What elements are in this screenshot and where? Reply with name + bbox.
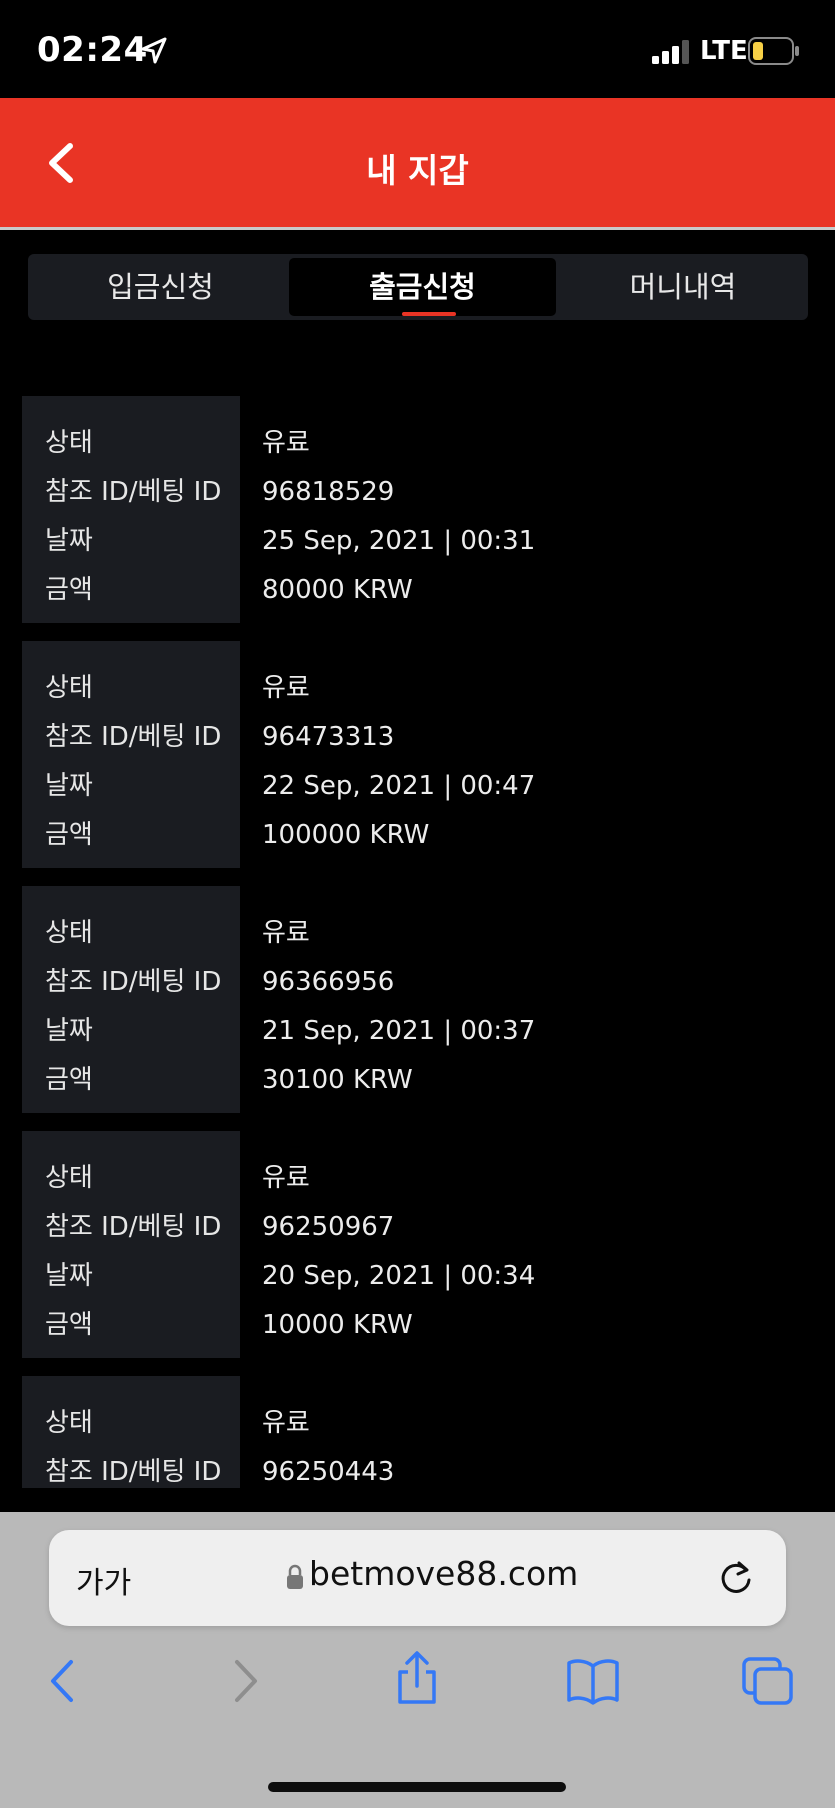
ref-id-value: 96818529 [262,477,395,507]
transaction-card: 상태 유료 참조 ID/베팅 ID 96818529 날짜 25 Sep, 2021 … [22,396,822,623]
ref-id-row: 참조 ID/베팅 ID 96366956 [22,962,822,1002]
reload-icon[interactable] [716,1558,756,1598]
date-label: 날짜 [45,771,93,801]
status-value: 유료 [262,673,310,703]
amount-row: 금액 10000 KRW [22,1305,822,1345]
status-value: 유료 [262,1408,310,1438]
date-value: 21 Sep, 2021 | 00:37 [262,1016,536,1046]
tab-money-history[interactable]: 머니내역 [558,258,808,316]
url-text[interactable]: betmove88.com [309,1554,578,1593]
location-arrow-icon [141,37,167,64]
amount-value: 30100 KRW [262,1065,413,1095]
date-value: 22 Sep, 2021 | 00:47 [262,771,536,801]
share-icon[interactable] [392,1650,442,1706]
date-label: 날짜 [45,1016,93,1046]
date-row: 날짜 22 Sep, 2021 | 00:47 [22,766,822,806]
battery-icon [748,37,799,65]
amount-row: 금액 30100 KRW [22,1060,822,1100]
network-type: LTE [700,36,748,66]
forward-arrow-icon[interactable] [219,1656,269,1706]
status-label: 상태 [45,673,93,703]
ref-id-value: 96473313 [262,722,395,752]
date-value: 20 Sep, 2021 | 00:34 [262,1261,536,1291]
status-bar: 02:24 LTE [0,0,835,98]
address-bar[interactable]: 가가 betmove88.com [49,1530,786,1626]
amount-label: 금액 [45,820,93,850]
status-label: 상태 [45,428,93,458]
status-value: 유료 [262,428,310,458]
date-row: 날짜 21 Sep, 2021 | 00:37 [22,1011,822,1051]
ref-id-label: 참조 ID/베팅 ID [45,1457,222,1487]
amount-value: 10000 KRW [262,1310,413,1340]
ref-id-row: 참조 ID/베팅 ID 96473313 [22,717,822,757]
amount-row: 금액 80000 KRW [22,570,822,610]
transaction-list[interactable]: 상태 유료 참조 ID/베팅 ID 96818529 날짜 25 Sep, 2021 … [22,396,822,1488]
status-row: 상태 유료 [22,423,822,463]
ref-id-value: 96250967 [262,1212,395,1242]
ref-id-label: 참조 ID/베팅 ID [45,477,222,507]
browser-toolbar: 가가 betmove88.com [0,1512,835,1808]
ref-id-label: 참조 ID/베팅 ID [45,1212,222,1242]
amount-row: 금액 100000 KRW [22,815,822,855]
status-value: 유료 [262,918,310,948]
tab-withdraw-label: 출금신청 [369,270,476,304]
ref-id-label: 참조 ID/베팅 ID [45,722,222,752]
ref-id-row: 참조 ID/베팅 ID 96818529 [22,472,822,512]
status-label: 상태 [45,1163,93,1193]
date-row: 날짜 20 Sep, 2021 | 00:34 [22,1256,822,1296]
active-tab-indicator [402,312,456,316]
status-row: 상태 유료 [22,1158,822,1198]
transaction-card: 상태 유료 참조 ID/베팅 ID 96366956 날짜 21 Sep, 2021 … [22,886,822,1113]
status-time: 02:24 [37,30,148,70]
page-header: 내 지갑 [0,98,835,230]
date-label: 날짜 [45,1261,93,1291]
transaction-card: 상태 유료 참조 ID/베팅 ID 96473313 날짜 22 Sep, 2021 … [22,641,822,868]
status-row: 상태 유료 [22,668,822,708]
text-size-button[interactable]: 가가 [76,1558,131,1602]
date-value: 25 Sep, 2021 | 00:31 [262,526,536,556]
wallet-tabs: 입금신청 출금신청 머니내역 [28,254,808,320]
bookmarks-icon[interactable] [565,1656,621,1706]
back-arrow-icon[interactable] [39,1656,89,1706]
amount-value: 80000 KRW [262,575,413,605]
page-title: 내 지갑 [366,151,469,190]
home-indicator [268,1782,566,1792]
ref-id-value: 96366956 [262,967,395,997]
tabs-icon[interactable] [741,1656,795,1706]
amount-label: 금액 [45,1310,93,1340]
status-row: 상태 유료 [22,913,822,953]
ref-id-row: 참조 ID/베팅 ID 96250967 [22,1207,822,1247]
transaction-card: 상태 유료 참조 ID/베팅 ID 96250443 [22,1376,822,1488]
status-row: 상태 유료 [22,1403,822,1443]
tab-deposit[interactable]: 입금신청 [28,258,293,316]
lock-icon [287,1564,303,1589]
amount-label: 금액 [45,1065,93,1095]
status-value: 유료 [262,1163,310,1193]
signal-icon [652,40,689,64]
transaction-card: 상태 유료 참조 ID/베팅 ID 96250967 날짜 20 Sep, 2021 … [22,1131,822,1358]
status-label: 상태 [45,918,93,948]
ref-id-row: 참조 ID/베팅 ID 96250443 [22,1452,822,1488]
status-label: 상태 [45,1408,93,1438]
ref-id-value: 96250443 [262,1457,395,1487]
amount-label: 금액 [45,575,93,605]
date-label: 날짜 [45,526,93,556]
tab-withdraw[interactable]: 출금신청 [289,258,556,316]
ref-id-label: 참조 ID/베팅 ID [45,967,222,997]
amount-value: 100000 KRW [262,820,430,850]
date-row: 날짜 25 Sep, 2021 | 00:31 [22,521,822,561]
